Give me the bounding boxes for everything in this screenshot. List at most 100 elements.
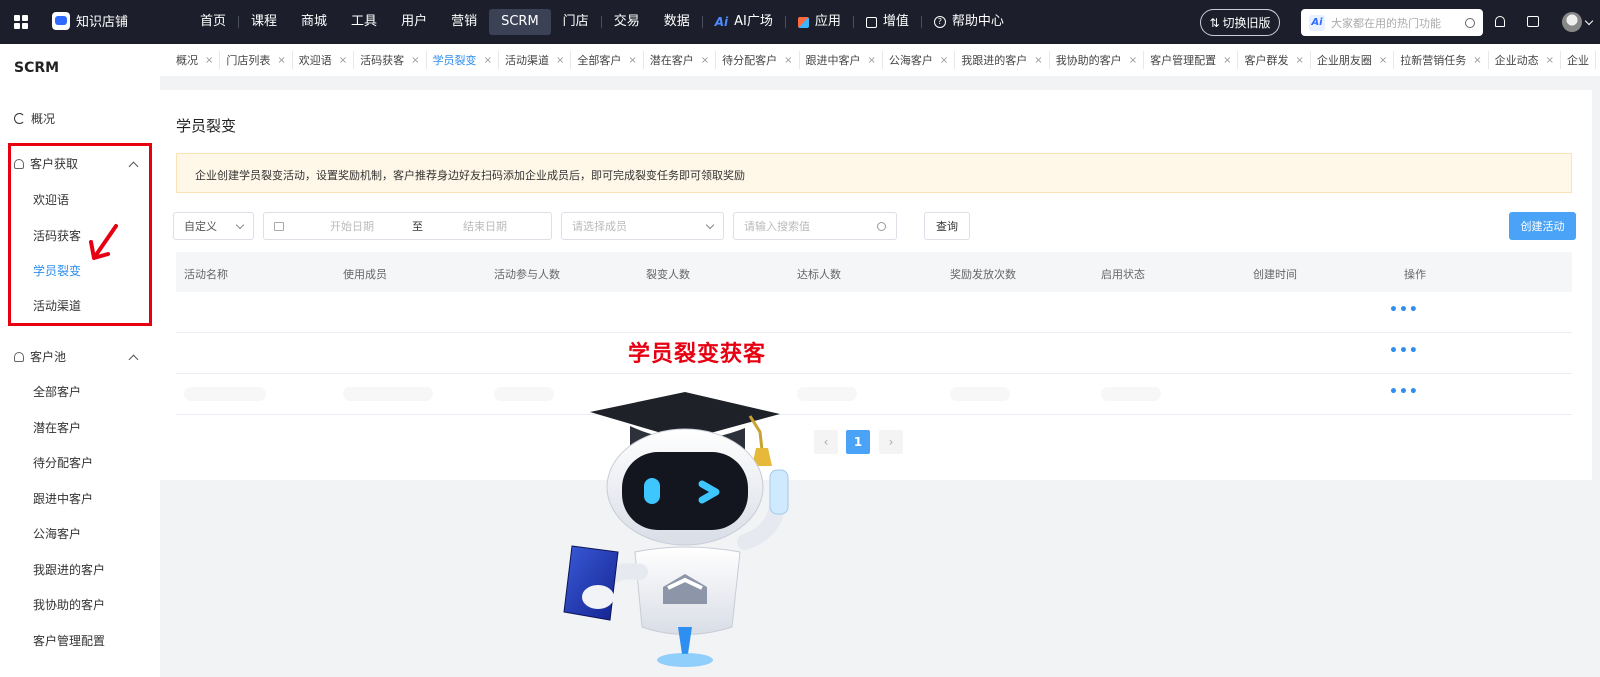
tab-label: 门店列表 bbox=[226, 54, 271, 67]
close-icon[interactable]: × bbox=[411, 55, 419, 66]
sidebar-item-public-sea[interactable]: 公海客户 bbox=[33, 525, 81, 542]
tab-mass-message[interactable]: 客户群发 × bbox=[1238, 51, 1311, 69]
close-icon[interactable]: × bbox=[628, 55, 636, 66]
tab-label: 拉新营销任务 bbox=[1400, 54, 1467, 67]
tab-company-news[interactable]: 企业动态 × bbox=[1489, 51, 1562, 69]
avatar[interactable] bbox=[1562, 12, 1582, 32]
tab-activity-channel[interactable]: 活动渠道 × bbox=[499, 51, 572, 69]
tab-store-list[interactable]: 门店列表 × bbox=[220, 51, 293, 69]
tab-my-assisting[interactable]: 我协助的客户 × bbox=[1050, 51, 1145, 69]
more-actions-icon[interactable]: ••• bbox=[1389, 303, 1419, 317]
tab-to-assign[interactable]: 待分配客户 × bbox=[716, 51, 800, 69]
help-circle-icon: ? bbox=[933, 16, 946, 28]
member-select[interactable]: 请选择成员 bbox=[561, 212, 724, 240]
sidebar-item-overview[interactable]: 概况 bbox=[14, 110, 55, 127]
date-range-picker[interactable]: 开始日期 至 结束日期 bbox=[263, 212, 552, 240]
sidebar-item-my-following[interactable]: 我跟进的客户 bbox=[33, 561, 105, 578]
close-icon[interactable]: × bbox=[1129, 55, 1137, 66]
sidebar-item-potential[interactable]: 潜在客户 bbox=[33, 419, 81, 436]
close-icon[interactable]: × bbox=[701, 55, 709, 66]
nav-courses[interactable]: 课程 bbox=[239, 9, 289, 35]
close-icon[interactable]: × bbox=[1546, 55, 1554, 66]
sidebar-item-customer-config[interactable]: 客户管理配置 bbox=[33, 632, 105, 649]
nav-trade[interactable]: 交易 bbox=[602, 9, 652, 35]
more-actions-icon[interactable]: ••• bbox=[1389, 385, 1419, 399]
message-box-icon[interactable] bbox=[1527, 16, 1539, 27]
search-icon[interactable] bbox=[877, 221, 886, 231]
close-icon[interactable]: × bbox=[1379, 55, 1387, 66]
next-page-button[interactable]: › bbox=[879, 430, 903, 454]
chevron-down-icon bbox=[235, 220, 245, 229]
nav-help-center[interactable]: ? 帮助中心 bbox=[922, 9, 1016, 35]
page-1-button[interactable]: 1 bbox=[846, 430, 870, 454]
tab-following[interactable]: 跟进中客户 × bbox=[800, 51, 883, 69]
tab-label: 企业动态 bbox=[1494, 54, 1539, 67]
nav-marketing[interactable]: 营销 bbox=[439, 9, 489, 35]
redacted-cell bbox=[1101, 387, 1161, 401]
nav-value-added[interactable]: 增值 bbox=[854, 9, 921, 35]
close-icon[interactable]: × bbox=[339, 55, 347, 66]
search-input[interactable]: 请输入搜索值 bbox=[733, 212, 897, 240]
tab-label: 跟进中客户 bbox=[805, 54, 861, 67]
tab-student-fission[interactable]: 学员裂变 × bbox=[427, 51, 499, 69]
start-date-placeholder: 开始日期 bbox=[330, 220, 374, 233]
nav-mall[interactable]: 商城 bbox=[289, 9, 339, 35]
sidebar-item-my-assisting[interactable]: 我协助的客户 bbox=[33, 596, 105, 613]
search-icon[interactable] bbox=[1465, 17, 1475, 28]
highlight-box-sidebar-group bbox=[8, 143, 152, 326]
query-button[interactable]: 查询 bbox=[924, 212, 970, 240]
tab-referral-task[interactable]: 拉新营销任务 × bbox=[1394, 51, 1489, 69]
tab-bar: 概况 × 门店列表 × 欢迎语 × 活码获客 × 学员裂变 × 活动渠道 × 全部客户 × 潜… bbox=[160, 44, 1600, 76]
close-icon[interactable]: × bbox=[277, 55, 285, 66]
tab-welcome[interactable]: 欢迎语 × bbox=[293, 51, 355, 69]
notice-banner: 企业创建学员裂变活动，设置奖励机制，客户推荐身边好友扫码添加企业成员后，即可完成… bbox=[176, 153, 1572, 193]
close-icon[interactable]: × bbox=[940, 55, 948, 66]
apps-grid-icon[interactable] bbox=[14, 15, 28, 29]
nav-users[interactable]: 用户 bbox=[389, 9, 439, 35]
tab-all-customers[interactable]: 全部客户 × bbox=[571, 51, 644, 69]
brand[interactable]: 知识店铺 bbox=[52, 11, 128, 30]
tab-live-code[interactable]: 活码获客 × bbox=[354, 51, 427, 69]
switch-icon: ⇅ bbox=[1209, 15, 1220, 30]
close-icon[interactable]: × bbox=[1034, 55, 1042, 66]
nav-apps[interactable]: 应用 bbox=[786, 9, 853, 35]
tab-customer-config[interactable]: 客户管理配置 × bbox=[1144, 51, 1239, 69]
nav-ai-square[interactable]: Ai AI广场 bbox=[703, 9, 785, 35]
nav-stores[interactable]: 门店 bbox=[551, 9, 601, 35]
bell-icon[interactable] bbox=[1495, 16, 1505, 27]
global-search-input[interactable]: Ai 大家都在用的热门功能 bbox=[1301, 9, 1483, 36]
cube-icon bbox=[797, 16, 809, 28]
close-icon[interactable]: × bbox=[484, 55, 492, 66]
tab-my-following[interactable]: 我跟进的客户 × bbox=[955, 51, 1050, 69]
nav-tools[interactable]: 工具 bbox=[339, 9, 389, 35]
tab-label: 概况 bbox=[176, 54, 198, 67]
nav-apps-label: 应用 bbox=[814, 14, 841, 29]
redacted-cell bbox=[494, 387, 554, 401]
tab-potential[interactable]: 潜在客户 × bbox=[644, 51, 717, 69]
nav-home[interactable]: 首页 bbox=[188, 9, 238, 35]
close-icon[interactable]: × bbox=[784, 55, 792, 66]
sidebar-item-following[interactable]: 跟进中客户 bbox=[33, 490, 93, 507]
tab-overview[interactable]: 概况 × bbox=[170, 51, 221, 69]
sidebar-group-customer-pool[interactable]: 客户池 bbox=[14, 348, 66, 365]
chevron-up-icon[interactable] bbox=[128, 354, 139, 365]
create-activity-button[interactable]: 创建活动 bbox=[1509, 212, 1576, 240]
more-actions-icon[interactable]: ••• bbox=[1389, 344, 1419, 358]
tab-company-more[interactable]: 企业 bbox=[1561, 51, 1597, 69]
tab-label: 企业 bbox=[1567, 54, 1590, 67]
close-icon[interactable]: × bbox=[868, 55, 876, 66]
close-icon[interactable]: × bbox=[556, 55, 564, 66]
sidebar-item-to-assign[interactable]: 待分配客户 bbox=[33, 454, 93, 471]
close-icon[interactable]: × bbox=[1473, 55, 1481, 66]
close-icon[interactable]: × bbox=[1295, 55, 1303, 66]
nav-data[interactable]: 数据 bbox=[652, 9, 702, 35]
close-icon[interactable]: × bbox=[1223, 55, 1231, 66]
tab-moments[interactable]: 企业朋友圈 × bbox=[1311, 51, 1395, 69]
close-icon[interactable]: × bbox=[205, 55, 213, 66]
switch-old-version-button[interactable]: ⇅ 切换旧版 bbox=[1200, 9, 1280, 36]
nav-scrm[interactable]: SCRM bbox=[489, 9, 551, 35]
tab-public-sea[interactable]: 公海客户 × bbox=[883, 51, 956, 69]
chevron-down-icon[interactable] bbox=[1584, 16, 1594, 26]
sidebar-item-all-customers[interactable]: 全部客户 bbox=[33, 383, 81, 400]
filter-type-select[interactable]: 自定义 bbox=[173, 212, 254, 240]
